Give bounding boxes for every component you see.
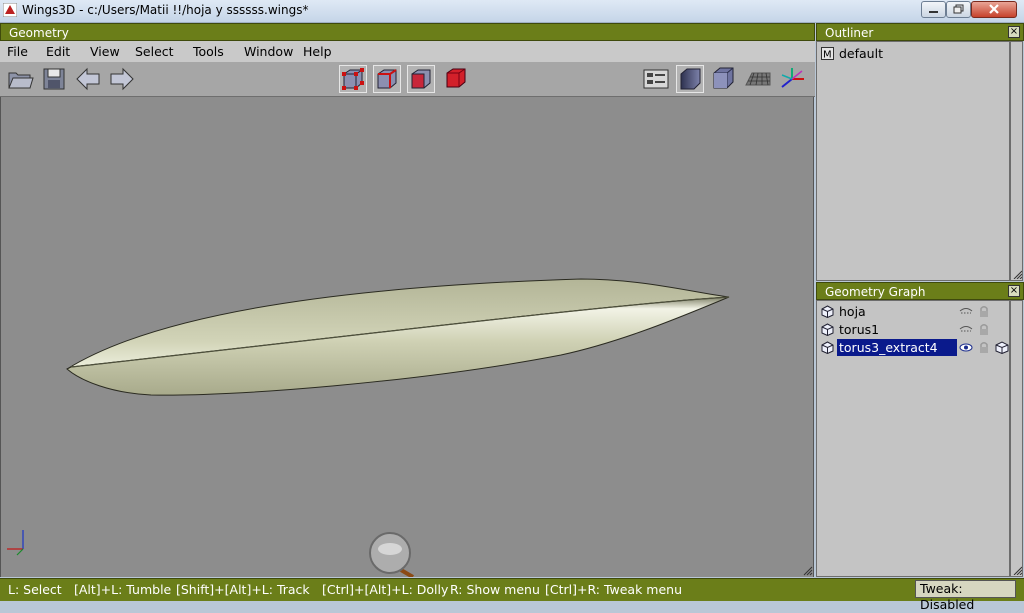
edge-mode-button[interactable] [373, 65, 401, 93]
3d-viewport[interactable] [0, 97, 814, 579]
open-button[interactable] [6, 65, 34, 93]
status-hint-dolly: [Ctrl]+[Alt]+L: Dolly [322, 582, 449, 597]
viewport-resize-grip[interactable] [803, 566, 813, 576]
menu-window[interactable]: Window [244, 44, 293, 59]
graph-object-row-selected[interactable]: torus3_extract4 [819, 339, 1009, 356]
geometry-graph-scrollbar[interactable] [1010, 300, 1023, 577]
groundplane-toggle-button[interactable] [642, 65, 670, 93]
resize-grip-icon [1013, 566, 1022, 575]
tweak-status-button[interactable]: Tweak: Disabled [915, 580, 1016, 612]
smooth-shading-icon [680, 68, 701, 90]
save-button[interactable] [40, 65, 68, 93]
redo-button[interactable] [108, 65, 136, 93]
graph-object-row[interactable]: hoja [819, 303, 1009, 320]
vertex-select-icon [342, 68, 364, 90]
status-hint-show-menu: R: Show menu [450, 582, 540, 597]
wings3d-app-icon [3, 3, 17, 17]
material-m-icon: M [821, 47, 834, 60]
maximize-button[interactable] [946, 1, 971, 18]
show-axes-button[interactable] [778, 65, 806, 93]
lock-icon[interactable] [977, 341, 991, 354]
groundplane-toggle-icon [643, 69, 669, 89]
geometry-graph-header[interactable]: Geometry Graph × [816, 282, 1024, 300]
outliner-header[interactable]: Outliner × [816, 23, 1024, 41]
ground-grid-icon [745, 72, 771, 86]
close-button[interactable] [971, 1, 1017, 18]
object-cube-icon [821, 341, 834, 354]
svg-text:M: M [823, 50, 832, 61]
axes-icon [781, 68, 804, 88]
geometry-window-title: Geometry [9, 26, 69, 40]
close-icon [989, 4, 999, 14]
open-folder-icon [8, 72, 34, 89]
menu-select[interactable]: Select [135, 44, 174, 59]
body-mode-button[interactable] [443, 65, 471, 93]
minimize-button[interactable] [921, 1, 946, 18]
smooth-shading-button[interactable] [676, 65, 704, 93]
outliner-title: Outliner [825, 26, 874, 40]
graph-object-label-selected: torus3_extract4 [837, 339, 957, 356]
toolbar [0, 62, 815, 97]
menu-file[interactable]: File [7, 44, 28, 59]
status-hint-track: [Shift]+[Alt]+L: Track [176, 582, 310, 597]
graph-object-label: hoja [839, 304, 866, 319]
window-title: Wings3D - c:/Users/Matii !!/hoja y sssss… [22, 3, 309, 17]
outliner-close-icon[interactable]: × [1008, 26, 1020, 38]
status-bar: L: Select [Alt]+L: Tumble [Shift]+[Alt]+… [0, 578, 1024, 612]
menu-bar: File Edit View Select Tools Window Help [0, 41, 815, 63]
geometry-graph-title: Geometry Graph [825, 285, 926, 299]
redo-arrow-icon [110, 67, 134, 91]
leaf-mesh[interactable] [66, 278, 730, 396]
outliner-panel: M default [816, 41, 1010, 281]
outliner-item-label: default [839, 46, 883, 61]
magnifier-cursor-icon [369, 532, 415, 579]
flat-shading-button[interactable] [710, 65, 738, 93]
hidden-eye-icon[interactable] [959, 305, 973, 318]
undo-arrow-icon [76, 67, 100, 91]
face-mode-button[interactable] [407, 65, 435, 93]
flat-shading-icon [713, 67, 734, 89]
axis-gizmo-icon [7, 530, 24, 556]
hidden-eye-icon[interactable] [959, 323, 973, 336]
save-disk-icon [43, 68, 65, 90]
status-hint-tweak-menu: [Ctrl]+R: Tweak menu [545, 582, 683, 597]
lock-icon[interactable] [977, 323, 991, 336]
minimize-icon [929, 11, 938, 13]
menu-tools[interactable]: Tools [193, 44, 224, 59]
geometry-graph-panel: hoja torus1 torus3_extract4 [816, 300, 1010, 577]
resize-grip-icon [1013, 270, 1022, 279]
graph-object-row[interactable]: torus1 [819, 321, 1009, 338]
menu-view[interactable]: View [90, 44, 120, 59]
object-cube-icon [821, 305, 834, 318]
geometry-graph-close-icon[interactable]: × [1008, 285, 1020, 297]
graph-object-label: torus1 [839, 322, 880, 337]
face-select-icon [411, 69, 431, 89]
undo-button[interactable] [74, 65, 102, 93]
geometry-window-header[interactable]: Geometry [0, 23, 815, 41]
body-select-icon [446, 68, 466, 88]
outliner-scrollbar[interactable] [1010, 41, 1023, 281]
window-titlebar[interactable]: Wings3D - c:/Users/Matii !!/hoja y sssss… [0, 0, 1024, 23]
ground-grid-button[interactable] [744, 65, 772, 93]
menu-help[interactable]: Help [303, 44, 332, 59]
status-hint-select: L: Select [8, 582, 62, 597]
menu-edit[interactable]: Edit [46, 44, 70, 59]
viewport-canvas [7, 278, 813, 579]
edge-select-icon [377, 69, 397, 89]
object-cube-icon [821, 323, 834, 336]
wireframe-cube-icon[interactable] [995, 341, 1009, 354]
status-hint-tumble: [Alt]+L: Tumble [74, 582, 172, 597]
vertex-mode-button[interactable] [339, 65, 367, 93]
restore-icon [953, 4, 964, 14]
outliner-item[interactable]: M default [819, 45, 1009, 62]
lock-icon[interactable] [977, 305, 991, 318]
visible-eye-icon[interactable] [959, 341, 973, 354]
